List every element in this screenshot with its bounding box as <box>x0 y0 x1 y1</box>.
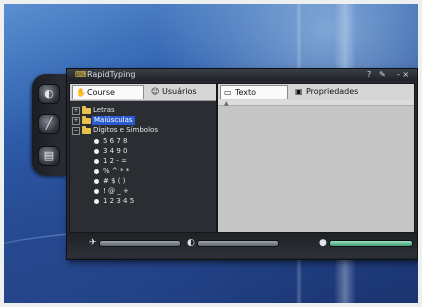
pages-icon[interactable]: ▤ <box>38 146 60 166</box>
lesson-icon[interactable]: ◐ <box>38 84 60 104</box>
progress-fill <box>330 241 412 246</box>
folder-icon <box>82 116 91 124</box>
lesson-bullet-icon <box>94 139 99 144</box>
tab-course[interactable]: ✋ Course <box>72 85 144 99</box>
folder-label: Letras <box>93 106 115 114</box>
expand-icon[interactable]: + <box>72 107 80 115</box>
lesson-bullet-icon <box>94 169 99 174</box>
tab-propriedades[interactable]: ▣ Propriedades <box>292 85 378 99</box>
users-icon: ☺ <box>151 87 160 96</box>
progress-track <box>329 240 413 247</box>
folder-label: Dígitos e Símbolos <box>93 126 158 134</box>
lesson-bullet-icon <box>94 189 99 194</box>
folder-icon <box>82 106 91 114</box>
runner-icon: ✈ <box>89 238 97 248</box>
tab-label: Course <box>87 88 115 97</box>
window-title: RapidTyping <box>87 70 136 79</box>
lesson-label: 1 2 - = <box>103 157 127 165</box>
side-dock: ◐ ╱ ▤ <box>32 74 66 176</box>
help-button[interactable]: ? <box>367 69 371 81</box>
circle-icon: ● <box>319 238 327 248</box>
settings-icon[interactable]: ✎ <box>379 69 386 81</box>
collapse-icon[interactable]: − <box>72 127 80 135</box>
window-controls[interactable]: - × <box>397 69 409 81</box>
text-panel: ▭ Texto ▣ Propriedades ▲ <box>217 83 415 233</box>
lesson-bullet-icon <box>94 199 99 204</box>
lesson-label: 1 2 3 4 5 <box>103 197 135 205</box>
tab-label: Texto <box>235 88 257 97</box>
lesson-label: 3 4 9 0 <box>103 147 128 155</box>
properties-icon: ▣ <box>295 87 303 96</box>
ruler-marker-icon: ▲ <box>224 100 229 107</box>
tab-texto[interactable]: ▭ Texto <box>220 85 288 99</box>
half-circle-icon: ◐ <box>187 238 195 248</box>
progress-track <box>99 240 181 247</box>
status-bar: ✈ ◐ ● <box>67 233 417 257</box>
lesson-bullet-icon <box>94 149 99 154</box>
course-icon: ✋ <box>76 88 86 97</box>
lesson-label: # $ ( ) <box>103 177 126 185</box>
text-icon: ▭ <box>224 88 232 97</box>
lesson-bullet-icon <box>94 179 99 184</box>
lesson-label: % ^ * * <box>103 167 130 175</box>
text-tabs: ▭ Texto ▣ Propriedades <box>218 84 414 101</box>
tab-label: Usuários <box>162 87 197 96</box>
folder-label: Maiúsculas <box>92 116 135 125</box>
progress-track <box>197 240 279 247</box>
app-logo-icon: ⌨ <box>75 70 87 79</box>
expand-icon[interactable]: + <box>72 117 80 125</box>
ruler: ▲ <box>218 100 414 107</box>
text-editor-area[interactable]: ▲ <box>218 100 414 232</box>
folder-icon <box>82 126 91 134</box>
tab-users[interactable]: ☺ Usuários <box>148 85 210 99</box>
statistics-icon[interactable]: ╱ <box>38 114 60 134</box>
lesson-tree: + Letras + Maiúsculas − Dígitos e Símbol… <box>70 102 216 232</box>
desktop-background: ◐ ╱ ▤ ⌨ RapidTyping ? ✎ - × ✋ Course ☺ U… <box>4 4 418 303</box>
title-bar: ⌨ RapidTyping ? ✎ - × <box>67 69 417 81</box>
tab-label: Propriedades <box>306 87 359 96</box>
course-panel: ✋ Course ☺ Usuários + Letras + Maiúscula… <box>69 83 217 233</box>
lesson-label: 5 6 7 8 <box>103 137 128 145</box>
course-tabs: ✋ Course ☺ Usuários <box>70 84 216 101</box>
lesson-label: ! @ _ + <box>103 187 129 195</box>
lesson-bullet-icon <box>94 159 99 164</box>
app-window: ⌨ RapidTyping ? ✎ - × ✋ Course ☺ Usuário… <box>66 68 418 260</box>
